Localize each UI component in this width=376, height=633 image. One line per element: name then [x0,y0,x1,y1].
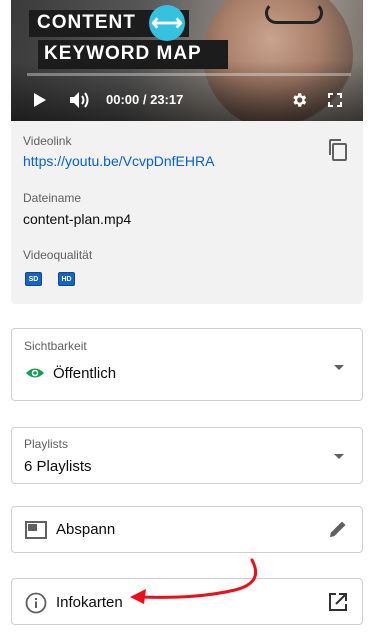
filename-field: Dateiname content-plan.mp4 [23,191,131,227]
bidirectional-arrow-icon: ⟷ [149,5,185,41]
quality-badge-hd: HD [58,272,75,286]
videolink-url[interactable]: https://youtu.be/VcvpDnfEHRA [23,153,214,169]
info-cards-row[interactable]: Infokarten [11,578,363,625]
quality-badge-sd: SD [25,272,42,286]
video-time-display: 00:00 / 23:17 [106,92,184,107]
video-progress-bar[interactable] [27,73,351,76]
presenter-glasses [265,2,323,24]
playlists-label: Playlists [24,437,69,451]
chevron-down-icon [334,365,344,370]
videolink-field: Videolink https://youtu.be/VcvpDnfEHRA [23,134,214,169]
quality-badges: SD HD [25,272,75,286]
quality-label: Videoqualität [23,248,93,262]
copy-icon[interactable] [327,138,349,162]
playlists-value: 6 Playlists [24,458,92,475]
chevron-down-icon [334,454,344,459]
overlay-title-line1: CONTENT [37,12,136,33]
info-cards-label: Infokarten [56,594,123,611]
volume-icon[interactable] [67,86,93,114]
video-controls: 00:00 / 23:17 [11,86,363,114]
filename-value: content-plan.mp4 [23,211,132,227]
filename-label: Dateiname [23,191,82,205]
gear-icon[interactable] [288,86,310,114]
quality-field: Videoqualität [23,248,92,262]
endscreen-row[interactable]: Abspann [11,506,363,553]
visibility-select[interactable]: Sichtbarkeit Öffentlich [11,328,363,401]
info-icon [25,592,47,619]
pencil-icon[interactable] [328,519,348,544]
endscreen-icon [25,521,47,544]
playlists-select[interactable]: Playlists 6 Playlists [11,427,363,484]
videolink-label: Videolink [23,134,72,148]
external-link-icon[interactable] [328,592,348,617]
fullscreen-icon[interactable] [325,86,345,114]
play-icon[interactable] [29,86,51,114]
endscreen-label: Abspann [56,521,116,538]
visibility-value: Öffentlich [53,365,117,382]
visibility-label: Sichtbarkeit [24,339,87,353]
video-player[interactable]: CONTENT ⟷ KEYWORD MAP 00:00 / 23:17 [11,0,363,121]
eye-icon [25,366,45,385]
video-details-card: CONTENT ⟷ KEYWORD MAP 00:00 / 23:17 Vide… [11,0,363,304]
